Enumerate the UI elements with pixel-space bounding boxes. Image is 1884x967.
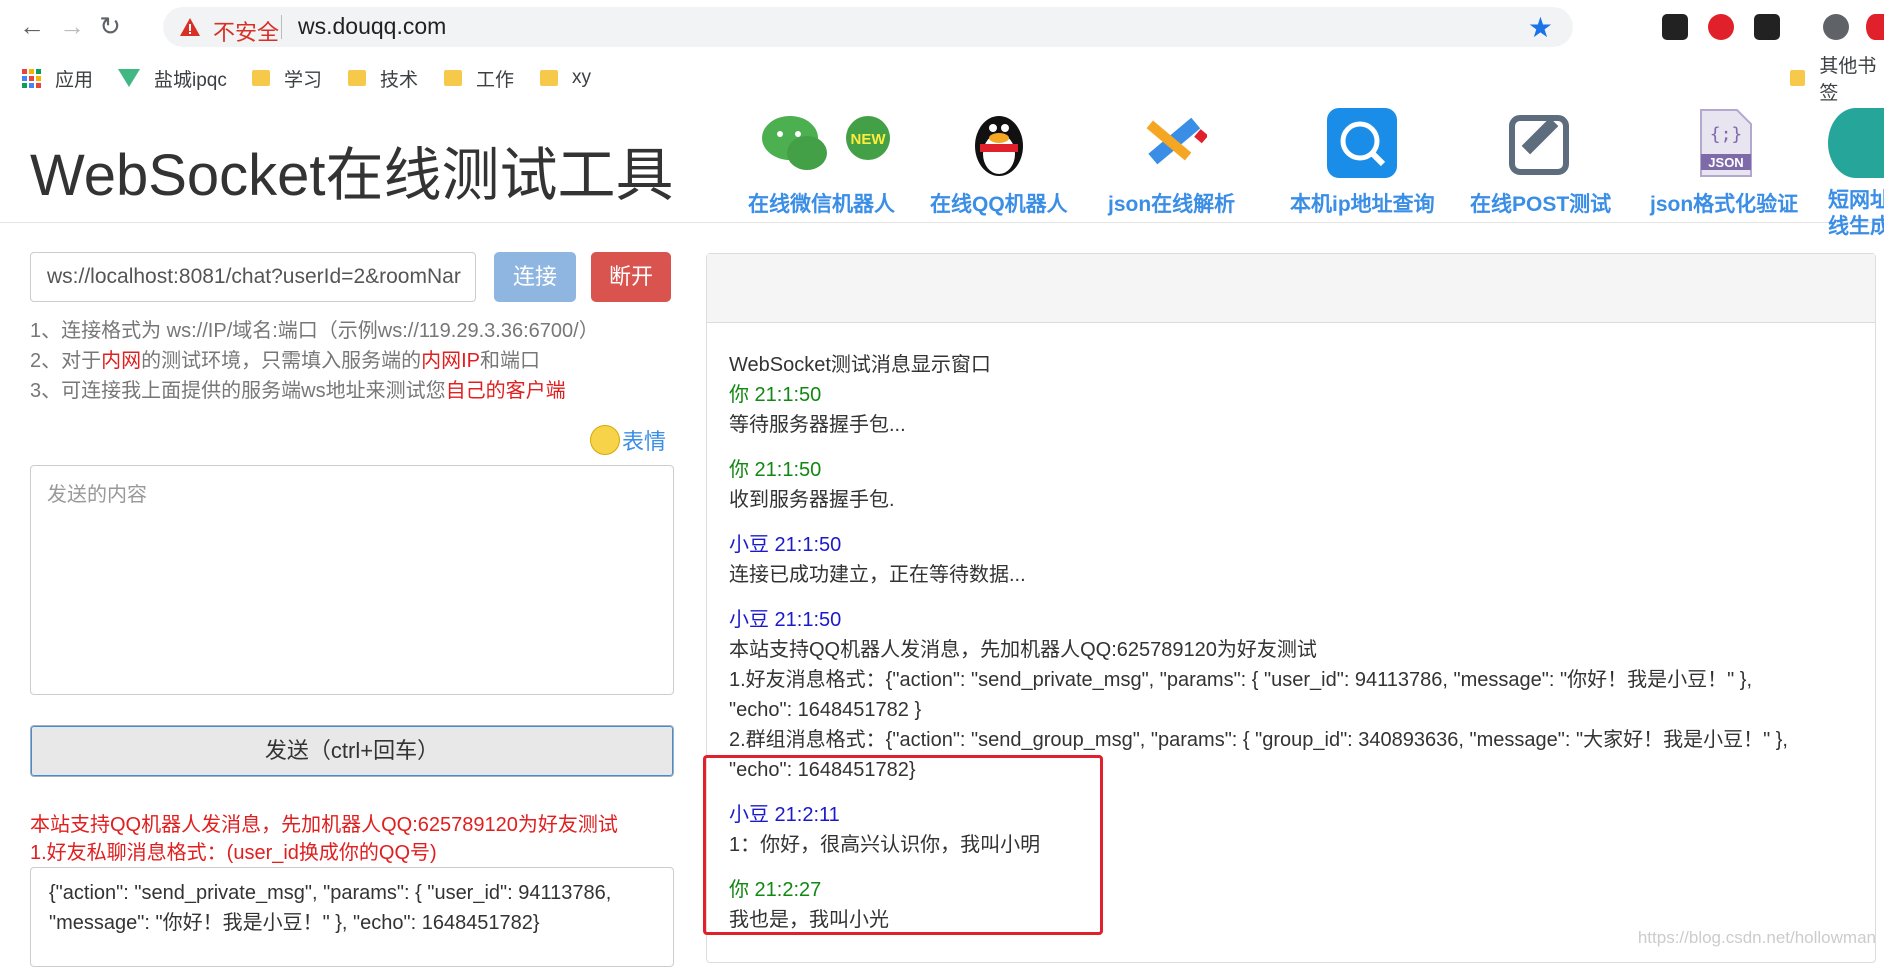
profile-avatar-icon[interactable] bbox=[1823, 14, 1849, 40]
tool-json-validate[interactable]: {;} JSON json格式化验证 bbox=[1650, 108, 1798, 218]
apps-grid-icon bbox=[22, 68, 41, 88]
tool-short-url[interactable]: 短网址在 线生成 bbox=[1828, 108, 1884, 240]
browser-toolbar: ← → ↻ 不安全 ws.douqq.com ★ bbox=[0, 0, 1884, 52]
emoji-button[interactable]: 表情 bbox=[622, 424, 666, 456]
tool-label: 在线微信机器人 bbox=[748, 193, 895, 216]
folder-icon bbox=[348, 70, 366, 86]
tool-label: 本机ip地址查询 bbox=[1290, 193, 1435, 216]
ip-search-icon bbox=[1327, 108, 1398, 178]
wechat-icon: NEW bbox=[752, 108, 892, 178]
tool-label: 在线QQ机器人 bbox=[930, 193, 1068, 216]
vue-logo-icon bbox=[118, 69, 140, 87]
bookmark-study[interactable]: 学习 bbox=[252, 65, 322, 91]
address-bar[interactable]: 不安全 ws.douqq.com ★ bbox=[163, 7, 1573, 47]
bookmark-apps[interactable]: 应用 bbox=[22, 65, 93, 91]
message-text: 本站支持QQ机器人发消息，先加机器人QQ:625789120为好友测试 bbox=[729, 639, 1317, 661]
json-template-textarea[interactable]: {"action": "send_private_msg", "params":… bbox=[30, 867, 674, 967]
warning-icon bbox=[180, 18, 200, 36]
message-sender: 小豆 21:1:50 bbox=[729, 534, 842, 556]
help-line-3: 3、可连接我上面提供的服务端ws地址来测试您自己的客户端 bbox=[30, 380, 566, 402]
message-text: "echo": 1648451782 } bbox=[729, 699, 922, 721]
connect-button[interactable]: 连接 bbox=[494, 252, 576, 302]
disconnect-button[interactable]: 断开 bbox=[591, 252, 671, 302]
message-text: 收到服务器握手包. bbox=[729, 489, 895, 511]
short-url-icon bbox=[1828, 108, 1884, 178]
tool-post-test[interactable]: 在线POST测试 bbox=[1470, 108, 1611, 218]
folder-icon bbox=[1790, 70, 1806, 86]
bookmark-xy[interactable]: xy bbox=[540, 65, 591, 91]
url-separator bbox=[281, 15, 282, 39]
svg-text:{;}: {;} bbox=[1710, 124, 1743, 145]
qq-bot-note: 本站支持QQ机器人发消息，先加机器人QQ:625789120为好友测试 bbox=[30, 814, 618, 836]
message-item: 小豆 21:1:50 连接已成功建立，正在等待数据... bbox=[729, 530, 1859, 590]
forward-arrow-icon[interactable]: → bbox=[58, 12, 86, 40]
send-content-textarea[interactable]: 发送的内容 bbox=[30, 465, 674, 695]
bookmark-star-icon[interactable]: ★ bbox=[1528, 11, 1553, 44]
extension-eyes-icon[interactable] bbox=[1662, 14, 1688, 40]
page-title: WebSocket在线测试工具 bbox=[30, 143, 674, 208]
message-window-title: WebSocket测试消息显示窗口 bbox=[729, 354, 991, 376]
help-line-2: 2、对于内网的测试环境，只需填入服务端的内网IP和端口 bbox=[30, 350, 541, 372]
tool-label: json在线解析 bbox=[1108, 193, 1236, 216]
bookmark-tech[interactable]: 技术 bbox=[348, 65, 418, 91]
reload-icon[interactable]: ↻ bbox=[96, 12, 124, 40]
message-item: 你 21:1:50 收到服务器握手包. bbox=[729, 455, 1859, 515]
tool-label: 短网址在 线生成 bbox=[1828, 189, 1884, 238]
send-button[interactable]: 发送（ctrl+回车） bbox=[30, 725, 674, 777]
folder-icon bbox=[252, 70, 270, 86]
message-item: 你 21:1:50 等待服务器握手包... bbox=[729, 380, 1859, 440]
message-text: 连接已成功建立，正在等待数据... bbox=[729, 564, 1026, 586]
message-sender: 你 21:1:50 bbox=[729, 384, 822, 406]
bookmark-work[interactable]: 工作 bbox=[444, 65, 514, 91]
tool-qq-bot[interactable]: 在线QQ机器人 bbox=[930, 108, 1068, 218]
message-text: 2.群组消息格式：{"action": "send_group_msg", "p… bbox=[729, 729, 1788, 751]
bookmark-ipqc[interactable]: 盐城ipqc bbox=[118, 65, 227, 91]
new-badge: NEW bbox=[850, 131, 886, 148]
update-icon[interactable] bbox=[1866, 14, 1884, 40]
url-text[interactable]: ws.douqq.com bbox=[298, 13, 446, 40]
pencil-ruler-icon bbox=[1137, 108, 1208, 178]
private-msg-format-note: 1.好友私聊消息格式：(user_id换成你的QQ号) bbox=[30, 842, 437, 864]
folder-icon bbox=[540, 70, 558, 86]
page-header: WebSocket在线测试工具 NEW 在线微信机器人 在线QQ机器人 json… bbox=[0, 100, 1884, 238]
message-sender: 小豆 21:1:50 bbox=[729, 609, 842, 631]
watermark: https://blog.csdn.net/hollowman bbox=[1637, 928, 1876, 947]
help-line-1: 1、连接格式为 ws://IP/域名:端口（示例ws://119.29.3.36… bbox=[30, 320, 599, 342]
tool-json-parse[interactable]: json在线解析 bbox=[1108, 108, 1235, 218]
ws-url-input[interactable]: ws://localhost:8081/chat?userId=2&roomNa… bbox=[30, 252, 476, 302]
extension-lastpass-icon[interactable] bbox=[1754, 14, 1780, 40]
highlight-box bbox=[703, 755, 1103, 935]
json-file-icon: {;} JSON bbox=[1689, 108, 1759, 178]
edit-icon bbox=[1506, 108, 1576, 178]
qq-penguin-icon bbox=[964, 108, 1034, 178]
extension-stop-icon[interactable] bbox=[1708, 14, 1734, 40]
message-sender: 你 21:1:50 bbox=[729, 459, 822, 481]
folder-icon bbox=[444, 70, 462, 86]
tool-ip-lookup[interactable]: 本机ip地址查询 bbox=[1290, 108, 1435, 218]
smiley-icon[interactable] bbox=[590, 425, 620, 455]
message-text: 等待服务器握手包... bbox=[729, 414, 906, 436]
tool-label: 在线POST测试 bbox=[1470, 193, 1612, 216]
tool-wechat-bot[interactable]: NEW 在线微信机器人 bbox=[748, 108, 895, 218]
tool-label: json格式化验证 bbox=[1650, 193, 1799, 216]
message-text: 1.好友消息格式：{"action": "send_private_msg", … bbox=[729, 669, 1752, 691]
bookmark-other[interactable]: 其他书签 bbox=[1790, 56, 1884, 104]
json-badge: JSON bbox=[1708, 155, 1743, 170]
panel-heading bbox=[707, 254, 1875, 323]
back-arrow-icon[interactable]: ← bbox=[18, 12, 46, 40]
insecure-label: 不安全 bbox=[213, 20, 280, 45]
bookmarks-bar: 应用 盐城ipqc 学习 技术 工作 xy 其他书签 bbox=[0, 56, 1884, 104]
